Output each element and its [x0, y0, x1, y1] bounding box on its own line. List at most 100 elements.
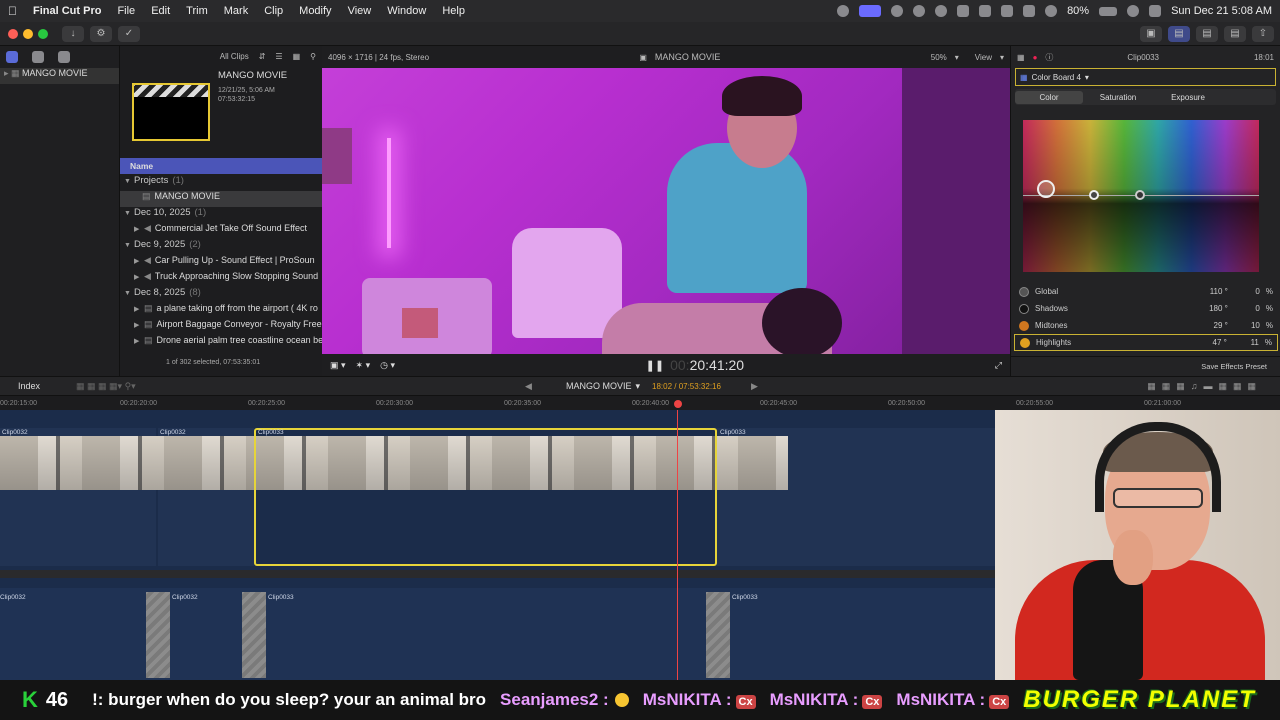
timeline-tools-icon[interactable]: ▦▦▦♫▬▦▦▦: [1147, 381, 1262, 392]
chevron-down-icon[interactable]: ▾: [1000, 53, 1004, 62]
playhead-line[interactable]: [677, 410, 678, 680]
photos-audio-icon[interactable]: [32, 51, 44, 63]
view-menu[interactable]: View: [975, 53, 992, 62]
project-thumbnail[interactable]: [132, 83, 210, 141]
name-column-header[interactable]: Name: [120, 158, 322, 174]
control-angle[interactable]: 110 °: [1194, 287, 1228, 296]
status-icon[interactable]: [891, 5, 904, 17]
menu-window[interactable]: Window: [387, 5, 426, 17]
effect-selector[interactable]: ▦ Color Board 4 ▾: [1015, 68, 1276, 86]
menu-help[interactable]: Help: [442, 5, 465, 17]
timecode[interactable]: 20:41:20: [690, 357, 745, 373]
color-board[interactable]: [1023, 120, 1259, 272]
chevron-down-icon[interactable]: ▾: [635, 381, 640, 392]
zoom-menu[interactable]: 50%: [931, 53, 947, 62]
list-section[interactable]: ▼ Dec 10, 2025 (1): [120, 207, 322, 223]
edit-tools-icon[interactable]: ▦ ▦ ▦ ▦▾ ⚲▾: [76, 381, 136, 392]
tab-color[interactable]: Color: [1015, 90, 1083, 104]
clip-filter-menu[interactable]: All Clips: [220, 52, 249, 61]
list-item[interactable]: ▶ ▤ a plane taking off from the airport ( …: [120, 303, 322, 319]
menu-trim[interactable]: Trim: [186, 5, 208, 17]
transition[interactable]: [146, 592, 170, 678]
settings-icon[interactable]: ▦: [293, 52, 301, 61]
workspace-icon[interactable]: ▣: [1140, 25, 1162, 42]
control-angle[interactable]: 29 °: [1194, 321, 1228, 330]
info-inspector-icon[interactable]: ⓘ: [1045, 52, 1053, 63]
status-icon[interactable]: [913, 5, 926, 17]
list-section[interactable]: ▼ Dec 8, 2025 (8): [120, 287, 322, 303]
share-icon[interactable]: ⇧: [1252, 25, 1274, 42]
enhance-icon[interactable]: ✶ ▾: [356, 360, 371, 371]
list-section[interactable]: ▼ Projects (1): [120, 175, 322, 191]
list-item[interactable]: ▶ ◀ Car Pulling Up - Sound Effect | ProSou…: [120, 255, 322, 271]
screen-record-icon[interactable]: [859, 5, 882, 17]
pause-icon[interactable]: ❚❚: [646, 359, 664, 372]
global-puck[interactable]: [1037, 180, 1055, 198]
menu-view[interactable]: View: [348, 5, 372, 17]
wifi-icon[interactable]: [1045, 5, 1058, 17]
close-button[interactable]: [8, 28, 18, 39]
display-icon[interactable]: [1001, 5, 1014, 17]
tab-exposure[interactable]: Exposure: [1153, 93, 1223, 102]
transition[interactable]: [242, 592, 266, 678]
zoom-button[interactable]: [38, 28, 48, 39]
minimize-button[interactable]: [23, 28, 33, 39]
global-row[interactable]: Global 110 ° 0 %: [1011, 283, 1280, 300]
save-preset-button[interactable]: Save Effects Preset: [1011, 356, 1280, 376]
midtones-puck[interactable]: [1089, 190, 1099, 200]
selected-clip[interactable]: [254, 428, 717, 566]
control-value[interactable]: 10: [1234, 321, 1260, 330]
chevron-down-icon[interactable]: ▾: [955, 53, 959, 62]
color-inspector-icon[interactable]: ●: [1033, 53, 1038, 62]
status-icon[interactable]: [837, 5, 850, 17]
transition[interactable]: [706, 592, 730, 678]
status-icon[interactable]: [979, 5, 992, 17]
bluetooth-icon[interactable]: [1023, 5, 1036, 17]
video-inspector-icon[interactable]: ▦: [1017, 53, 1025, 62]
import-icon[interactable]: ↓: [62, 25, 84, 42]
timeline-project[interactable]: MANGO MOVIE: [566, 381, 632, 391]
playhead-marker[interactable]: [674, 400, 682, 408]
list-item[interactable]: ▶ ▤ Airport Baggage Conveyor - Royalty Fre…: [120, 319, 322, 335]
search-icon[interactable]: ⚲: [310, 52, 316, 61]
layout-icon[interactable]: ▤: [1168, 25, 1190, 42]
project-card[interactable]: MANGO MOVIE 12/21/25, 5:06 AM 07:53:32:1…: [120, 66, 322, 158]
control-angle[interactable]: 47 °: [1193, 338, 1227, 347]
play-icon[interactable]: [935, 5, 948, 17]
volume-icon[interactable]: [957, 5, 970, 17]
index-button[interactable]: Index: [18, 381, 40, 391]
list-item[interactable]: ▤ MANGO MOVIE: [120, 191, 322, 207]
speed-icon[interactable]: ◷ ▾: [380, 360, 395, 371]
battery-icon[interactable]: [1099, 6, 1118, 16]
list-item[interactable]: ▶ ◀ Truck Approaching Slow Stopping Sound: [120, 271, 322, 287]
fullscreen-icon[interactable]: ⤢: [995, 360, 1002, 371]
back-arrow-icon[interactable]: ◀: [525, 381, 532, 392]
libraries-icon[interactable]: [6, 51, 18, 63]
menu-clip[interactable]: Clip: [264, 5, 283, 17]
search-icon[interactable]: [1127, 5, 1140, 17]
control-center-icon[interactable]: [1149, 5, 1162, 17]
forward-arrow-icon[interactable]: ▶: [751, 381, 758, 392]
clock[interactable]: Sun Dec 21 5:08 AM: [1171, 5, 1272, 17]
video-frame[interactable]: [322, 68, 1010, 354]
list-section[interactable]: ▼ Dec 9, 2025 (2): [120, 239, 322, 255]
transform-icon[interactable]: ▣ ▾: [330, 360, 346, 371]
menu-mark[interactable]: Mark: [224, 5, 248, 17]
control-value[interactable]: 0: [1234, 287, 1259, 296]
list-item[interactable]: ▶ ▤ Drone aerial palm tree coastline ocean…: [120, 335, 322, 351]
control-value[interactable]: 11: [1233, 338, 1259, 347]
menu-file[interactable]: File: [117, 5, 135, 17]
tab-saturation[interactable]: Saturation: [1083, 93, 1153, 102]
highlights-row[interactable]: Highlights 47 ° 11 %: [1014, 334, 1278, 351]
app-menu[interactable]: Final Cut Pro: [33, 5, 101, 17]
background-tasks-icon[interactable]: ✓: [118, 25, 140, 42]
chevron-updown-icon[interactable]: ⇵: [259, 52, 266, 61]
menu-edit[interactable]: Edit: [151, 5, 170, 17]
library-item[interactable]: ▸ ▦ MANGO MOVIE: [0, 68, 119, 84]
list-item[interactable]: ▶ ◀ Commercial Jet Take Off Sound Effect: [120, 223, 322, 239]
titles-generators-icon[interactable]: [58, 51, 70, 63]
apple-icon[interactable]: : [8, 4, 17, 18]
keyword-icon[interactable]: ⚙: [90, 25, 112, 42]
midtones-row[interactable]: Midtones 29 ° 10 %: [1011, 317, 1280, 334]
timeline-ruler[interactable]: 00:20:15:00 00:20:20:00 00:20:25:00 00:2…: [0, 396, 1280, 410]
